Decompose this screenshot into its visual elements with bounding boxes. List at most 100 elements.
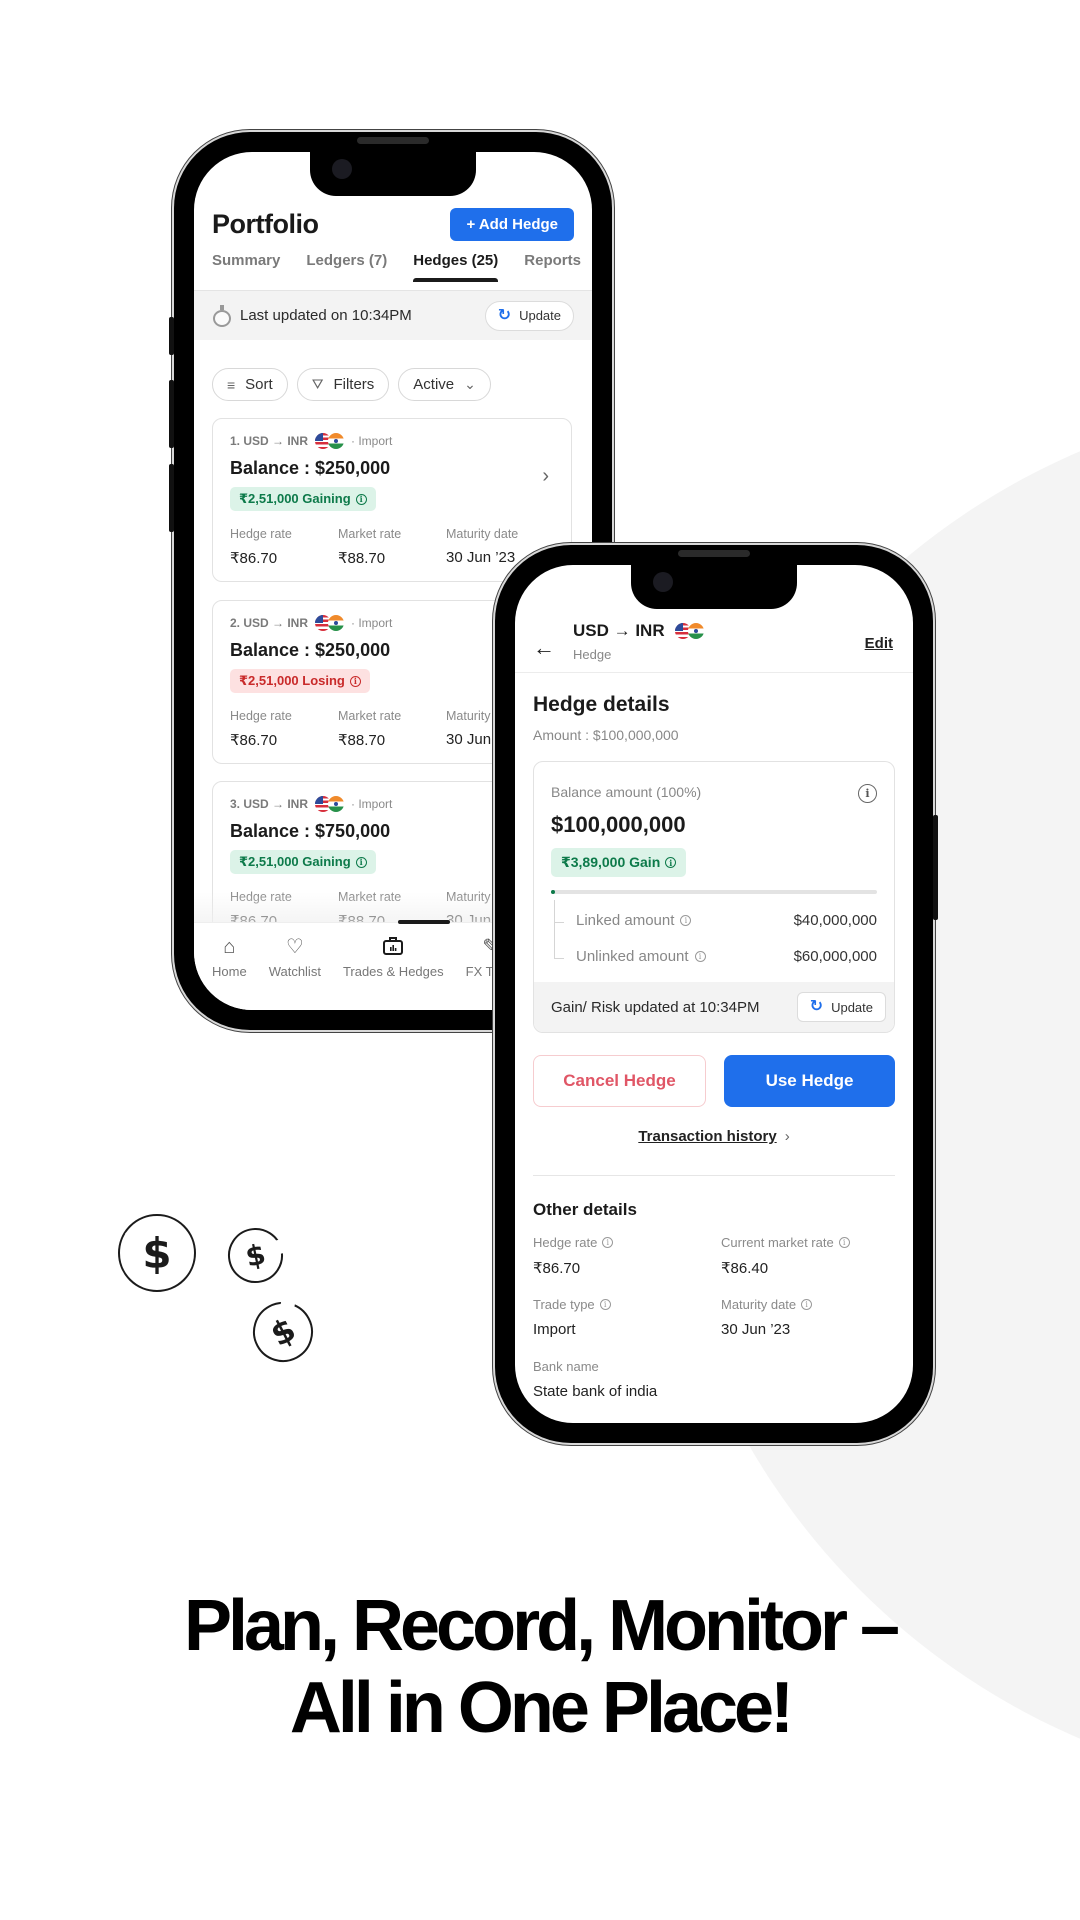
info-icon[interactable]: i: [355, 493, 367, 505]
phone-hedge-details: ← USD → INR Hedge Edit Hedge details Amo…: [495, 545, 938, 1443]
info-icon[interactable]: i: [694, 951, 706, 962]
transaction-history-label: Transaction history: [638, 1128, 777, 1145]
balance-value: $100,000,000: [551, 812, 686, 837]
status-dropdown[interactable]: Active ⌄: [398, 368, 491, 401]
pnl-badge: ₹2,51,000 Losing i: [230, 669, 370, 693]
speaker-grille: [357, 137, 429, 144]
edit-link[interactable]: Edit: [865, 635, 893, 652]
power-button: [933, 815, 938, 920]
current-market-rate-field: Current market rate i ₹86.40: [721, 1235, 850, 1277]
currency-pair: 2. USD → INR: [230, 616, 309, 630]
use-hedge-button[interactable]: Use Hedge: [724, 1055, 895, 1107]
india-flag-icon: [687, 623, 704, 639]
info-icon[interactable]: i: [838, 1237, 850, 1248]
nav-home-label: Home: [212, 964, 247, 979]
linked-amount-row: Linked amount i $40,000,000: [551, 912, 877, 929]
hedge-rate-value: ₹86.70: [230, 732, 278, 749]
page-title: Portfolio: [212, 209, 319, 239]
briefcase-chart-icon: [382, 935, 404, 959]
trade-type: · Import: [351, 616, 393, 630]
portfolio-header: Portfolio + Add Hedge: [212, 208, 574, 241]
gain-risk-update-bar: Gain/ Risk updated at 10:34PM ↻ Update: [534, 982, 894, 1032]
tab-hedges[interactable]: Hedges (25): [413, 252, 499, 282]
status-selected: Active: [413, 376, 455, 393]
flags: [315, 796, 345, 812]
filters-button[interactable]: ⛛ Filters: [296, 368, 390, 401]
dollar-coin-icon: $: [118, 1214, 196, 1292]
gain-risk-updated-text: Gain/ Risk updated at 10:34PM: [551, 998, 760, 1016]
heart-icon: ♡: [285, 936, 304, 958]
maturity-date-value: 30 Jun ’23: [721, 1321, 791, 1338]
tab-summary[interactable]: Summary: [212, 252, 280, 281]
flags: [315, 615, 345, 631]
dollar-symbol: $: [242, 1237, 269, 1274]
hedge-rate-label: Hedge rate: [230, 709, 292, 723]
update-button[interactable]: ↻ Update: [796, 992, 886, 1022]
section-title: Hedge details: [533, 693, 670, 716]
tab-ledgers[interactable]: Ledgers (7): [306, 252, 387, 281]
hedge-details-screen: ← USD → INR Hedge Edit Hedge details Amo…: [515, 565, 913, 1423]
dollar-symbol: $: [142, 1228, 172, 1278]
sort-button[interactable]: ≡ Sort: [212, 368, 288, 401]
current-market-rate-label: Current market rate: [721, 1235, 834, 1250]
india-flag-icon: [328, 615, 345, 631]
back-arrow-icon[interactable]: ←: [533, 635, 555, 661]
info-icon[interactable]: i: [599, 1299, 611, 1310]
bank-name-field: Bank name State bank of india: [533, 1359, 657, 1400]
pnl-badge: ₹2,51,000 Gaining i: [230, 850, 376, 874]
info-icon[interactable]: i: [602, 1237, 614, 1248]
info-icon[interactable]: i: [680, 915, 692, 926]
india-flag-icon: [328, 796, 345, 812]
last-updated-text: Last updated on 10:34PM: [240, 307, 412, 324]
hedge-rate-field: Hedge rate i ₹86.70: [533, 1235, 614, 1277]
transaction-history-link[interactable]: Transaction history ›: [515, 1128, 913, 1145]
trade-type: · Import: [351, 434, 393, 448]
pnl-text: ₹2,51,000 Gaining: [239, 854, 351, 869]
trade-type-field: Trade type i Import: [533, 1297, 611, 1338]
nav-home[interactable]: ⌂ Home: [212, 923, 247, 1010]
detail-subtitle: Hedge: [573, 647, 612, 662]
update-label: Update: [831, 999, 873, 1015]
sort-label: Sort: [245, 376, 273, 393]
pnl-text: ₹2,51,000 Gaining: [239, 491, 351, 506]
notch: [310, 150, 476, 196]
gain-text: ₹3,89,000 Gain: [561, 854, 661, 870]
add-hedge-button[interactable]: + Add Hedge: [450, 208, 574, 241]
volume-down-button: [169, 464, 174, 532]
flags: [674, 623, 704, 639]
trade-type: · Import: [351, 797, 393, 811]
refresh-icon: ↻: [809, 998, 824, 1015]
info-icon[interactable]: i: [665, 857, 677, 868]
detail-pair: USD → INR: [573, 621, 665, 640]
balance-card: Balance amount (100%) i $100,000,000 ₹3,…: [533, 761, 895, 1033]
info-icon[interactable]: i: [858, 784, 877, 803]
hedge-basis-label: Hedge basis: [533, 1421, 605, 1423]
last-updated-bar: Last updated on 10:34PM ↻ Update: [194, 290, 592, 340]
cancel-hedge-button[interactable]: Cancel Hedge: [533, 1055, 706, 1107]
info-icon[interactable]: i: [801, 1299, 813, 1310]
gain-badge: ₹3,89,000 Gain i: [551, 848, 687, 877]
currency-pair: 1. USD → INR: [230, 434, 309, 448]
hedge-actions: Cancel Hedge Use Hedge: [533, 1055, 895, 1107]
unlinked-amount-row: Unlinked amount i $60,000,000: [551, 948, 877, 965]
tab-reports[interactable]: Reports: [524, 252, 581, 281]
speaker-grille: [678, 550, 750, 557]
info-icon[interactable]: i: [355, 856, 367, 868]
marketing-headline: Plan, Record, Monitor – All in One Place…: [0, 1585, 1080, 1749]
market-rate-label: Market rate: [338, 527, 402, 541]
hedge-rate-value: ₹86.70: [230, 550, 278, 567]
update-button[interactable]: ↻ Update: [484, 300, 574, 331]
nav-trades-hedges[interactable]: Trades & Hedges: [343, 923, 444, 1010]
nav-watchlist[interactable]: ♡ Watchlist: [269, 923, 321, 1010]
stopwatch-icon: [212, 304, 232, 327]
hedge-card[interactable]: 1. USD → INR · Import Balance : $250,000…: [212, 418, 572, 582]
unlinked-value: $60,000,000: [793, 948, 877, 965]
hedge-rate-label: Hedge rate: [533, 1235, 598, 1250]
info-icon[interactable]: i: [349, 675, 361, 687]
balance: Balance : $250,000: [230, 458, 391, 478]
chevron-right-icon[interactable]: ›: [542, 465, 549, 488]
pnl-badge: ₹2,51,000 Gaining i: [230, 487, 376, 511]
bank-name-value: State bank of india: [533, 1383, 658, 1400]
hedge-rate-label: Hedge rate: [230, 527, 292, 541]
hedge-basis-field: Hedge basisi: [533, 1421, 621, 1423]
